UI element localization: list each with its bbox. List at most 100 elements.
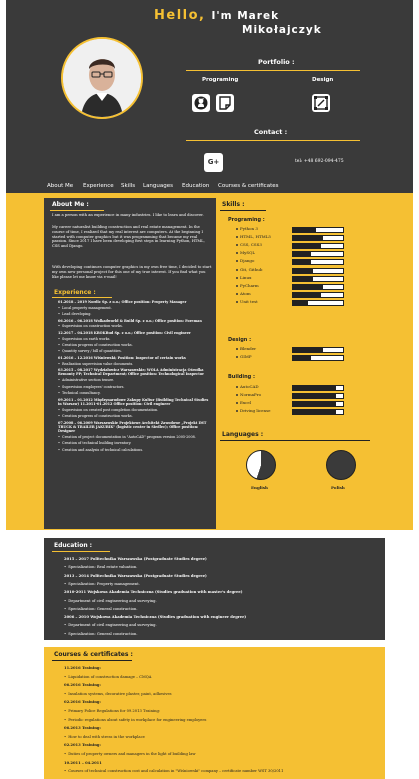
about-title: About Me : (52, 201, 89, 208)
skill-name: Atom (236, 291, 251, 296)
education-entry-heading: 2010-2011 Wojskowa Akademia Techniczna (… (64, 590, 243, 595)
experience-entry-heading: 12.2017 – 04.2018 KROKBud Sp. z o.o.; Of… (58, 330, 191, 335)
document-glyph-icon (219, 96, 231, 110)
skill-level-fill (293, 228, 316, 232)
greeting-hello: Hello, (154, 8, 206, 23)
skill-label: Blender (240, 346, 257, 351)
skill-level-fill (293, 252, 311, 257)
education-section: Education : 2015 – 2017 Politechnika War… (44, 538, 385, 640)
course-entry-heading: 11.2016 Training: (64, 666, 101, 670)
document-icon[interactable] (216, 94, 234, 112)
skill-level-fill (293, 276, 313, 281)
building-subtitle: Building : (228, 374, 255, 380)
nav-education[interactable]: Education (182, 183, 209, 189)
nav-courses[interactable]: Courses & certificates (218, 183, 278, 189)
design-icon[interactable] (312, 94, 330, 112)
experience-entry-detail: Supervision on earth works. (58, 337, 212, 341)
education-entry-detail: Specialization: General construction. (64, 632, 137, 636)
nav-bar: About Me Experience Skills Languages Edu… (6, 181, 413, 193)
experience-entry-detail: Supervision on created post completion d… (58, 408, 212, 412)
language-level-pie (326, 450, 356, 480)
language-label: Polish (331, 485, 345, 490)
skill-name: Excel (236, 400, 251, 405)
about-paragraph-3: With developing continues computer graph… (52, 265, 212, 279)
course-entry-heading: 10.2011 – 04.2011 (64, 760, 102, 765)
education-entry-detail: Specialization: General construction. (64, 607, 137, 611)
languages-title: Languages : (222, 431, 264, 438)
avatar-photo-icon (63, 39, 141, 117)
course-entry-detail: How to deal with stress in the workplace (64, 735, 145, 739)
design-subtitle: Design : (228, 337, 252, 343)
bullet-icon (236, 236, 238, 239)
education-entry-detail: Specialization: Real estate valuation. (64, 565, 137, 569)
nav-experience[interactable]: Experience (83, 183, 114, 189)
design-label: Design (312, 77, 334, 83)
education-entry-detail: Department of civil engineering and surv… (64, 599, 157, 603)
gplus-icon[interactable]: G+ (204, 153, 223, 172)
course-entry-heading: 06.2016 Training: (64, 683, 101, 688)
education-entry-detail: Specialization: Property management. (64, 582, 140, 586)
avatar (61, 37, 143, 119)
skill-level-fill (293, 386, 336, 390)
github-icon[interactable] (192, 94, 210, 112)
bullet-icon (236, 292, 238, 295)
experience-entry-detail: Creation and analysis of technical calcu… (58, 448, 212, 452)
skill-level-fill (293, 236, 323, 241)
skill-level-bar (292, 227, 344, 233)
education-entry-detail: Department of civil engineering and surv… (64, 623, 157, 627)
skill-level-fill (293, 244, 321, 249)
skill-name: CSS, CSS3 (236, 242, 262, 247)
contact-title: Contact : (254, 128, 288, 136)
skill-level-bar (292, 267, 344, 274)
skill-level-fill (293, 348, 323, 352)
education-entry-heading: 2015 – 2017 Politechnika Warszawska (Pos… (64, 557, 207, 561)
contact-underline (186, 140, 360, 141)
experience-list: 01.2018 – 2019 Nordic Sp. z o.o.; Office… (58, 300, 212, 454)
skill-label: Git, Github (240, 266, 263, 272)
skill-label: MySQL (240, 250, 256, 256)
bullet-icon (236, 394, 238, 397)
phone-number: tel: +48 692-094-475 (295, 159, 344, 164)
skill-level-bar (292, 251, 344, 258)
skill-level-bar (292, 355, 344, 362)
experience-entry-heading: 03.2015 – 08.2017 Wydziałowicz Warszawsk… (58, 368, 204, 377)
skill-name: NormaPro (236, 392, 261, 397)
course-entry-detail: Primary Police Regulations for 09.2013 T… (64, 709, 160, 713)
skill-name: Python 3 (236, 226, 258, 231)
skill-name: Django (236, 258, 254, 263)
nav-about[interactable]: About Me (47, 183, 73, 189)
course-entry-detail: Insulation systems, decorative plaster, … (64, 692, 171, 696)
skill-level-bar (292, 259, 344, 266)
skill-name: HTML, HTML5 (236, 234, 271, 239)
programing-subtitle: Programing : (228, 217, 265, 223)
skill-level-fill (293, 394, 336, 399)
portfolio-title: Portfolio : (258, 58, 295, 66)
skill-level-fill (293, 300, 308, 305)
courses-title: Courses & certificates : (54, 651, 133, 658)
experience-entry-detail: Administrative section tenure. (58, 378, 212, 382)
skill-name: MySQL (236, 250, 255, 255)
skill-name: AutoCAD (236, 384, 259, 389)
left-column: About Me : I am a person with an experie… (44, 198, 216, 529)
skill-level-fill (293, 356, 311, 361)
skill-level-fill (293, 410, 336, 415)
skill-level-bar (292, 291, 344, 298)
skill-level-bar (292, 299, 344, 306)
nav-skills[interactable]: Skills (121, 183, 135, 189)
skills-title: Skills : (222, 201, 245, 208)
right-column: Skills : Programing : Python 3 HTML, HTML… (216, 198, 376, 529)
about-underline (50, 210, 104, 211)
skill-label: Atom (240, 290, 251, 296)
skill-level-bar (292, 347, 344, 353)
experience-entry-heading: 09.2011 – 01.2012 Międzynarodowe Zakupy … (58, 397, 209, 406)
bullet-icon (236, 244, 238, 247)
skill-label: CSS, CSS3 (240, 242, 262, 248)
skill-label: HTML, HTML5 (240, 234, 271, 240)
education-entry-heading: 2006 – 2010 Wojskowa Akademia Techniczna… (64, 615, 247, 620)
greeting-name-line1: I'm Marek (211, 10, 280, 22)
design-glyph-icon (314, 96, 328, 110)
experience-entry-detail: Creation progress of construction works. (58, 343, 212, 347)
bullet-icon (236, 252, 238, 255)
skill-name: GIMP (236, 354, 252, 359)
nav-languages[interactable]: Languages (143, 183, 173, 189)
